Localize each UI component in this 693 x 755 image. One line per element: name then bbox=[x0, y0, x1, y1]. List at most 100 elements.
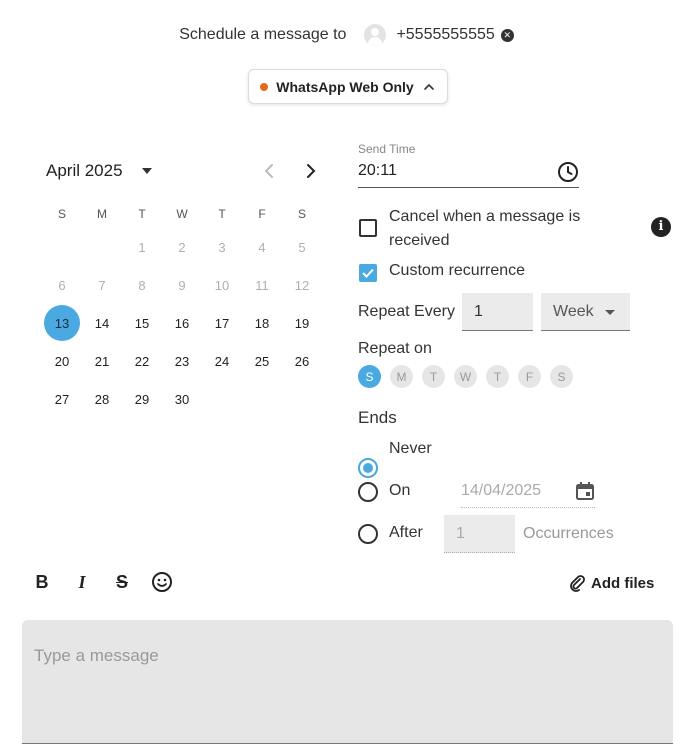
channel-label: WhatsApp Web Only bbox=[276, 78, 414, 95]
message-input[interactable]: Type a message bbox=[22, 620, 673, 744]
strikethrough-button[interactable]: S bbox=[110, 570, 134, 594]
calendar-day[interactable]: 22 bbox=[122, 342, 162, 380]
calendar-day[interactable]: 24 bbox=[202, 342, 242, 380]
calendar-day-number: 10 bbox=[214, 277, 230, 293]
calendar-day: 2 bbox=[162, 228, 202, 266]
send-time-label: Send Time bbox=[358, 142, 416, 156]
italic-button[interactable]: I bbox=[70, 570, 94, 594]
send-time-input[interactable]: 20:11 bbox=[358, 158, 579, 188]
calendar-day: 11 bbox=[242, 266, 282, 304]
calendar-day-number: 1 bbox=[138, 239, 146, 255]
clock-icon[interactable] bbox=[557, 161, 579, 183]
schedule-header: Schedule a message to +5555555555 ✕ bbox=[0, 20, 693, 50]
calendar-day-number: 24 bbox=[214, 353, 230, 369]
repeat-day-chip[interactable]: M bbox=[390, 365, 413, 388]
ends-never-label: Never bbox=[389, 440, 432, 457]
close-circle-icon[interactable]: ✕ bbox=[500, 28, 514, 42]
calendar-day: 6 bbox=[42, 266, 82, 304]
calendar-day-number: 19 bbox=[294, 315, 310, 331]
calendar-day[interactable]: 14 bbox=[82, 304, 122, 342]
chevron-left-icon[interactable] bbox=[262, 162, 278, 180]
calendar-icon[interactable] bbox=[575, 481, 595, 501]
message-placeholder: Type a message bbox=[34, 646, 159, 665]
end-date-value: 14/04/2025 bbox=[461, 482, 542, 499]
calendar-day[interactable]: 30 bbox=[162, 380, 202, 418]
ends-never-radio[interactable] bbox=[358, 458, 378, 478]
calendar-day[interactable]: 20 bbox=[42, 342, 82, 380]
calendar-day[interactable]: 29 bbox=[122, 380, 162, 418]
weekday-label: F bbox=[258, 207, 266, 221]
calendar-day[interactable]: 19 bbox=[282, 304, 322, 342]
calendar-day-number: 18 bbox=[254, 315, 270, 331]
calendar-day[interactable]: 15 bbox=[122, 304, 162, 342]
repeat-day-chip[interactable]: S bbox=[358, 365, 381, 388]
bold-button[interactable]: B bbox=[30, 570, 54, 594]
calendar-day[interactable]: 27 bbox=[42, 380, 82, 418]
calendar-day[interactable]: 16 bbox=[162, 304, 202, 342]
ends-on-radio[interactable] bbox=[358, 482, 378, 502]
repeat-day-chip[interactable]: T bbox=[486, 365, 509, 388]
calendar-day: 4 bbox=[242, 228, 282, 266]
calendar-day-number: 30 bbox=[174, 391, 190, 407]
calendar-day-number: 20 bbox=[54, 353, 70, 369]
calendar-empty-cell bbox=[42, 228, 82, 266]
repeat-day-chip[interactable]: W bbox=[454, 365, 477, 388]
check-icon bbox=[362, 268, 374, 278]
ends-after-radio[interactable] bbox=[358, 524, 378, 544]
calendar-empty-cell bbox=[242, 380, 282, 418]
paperclip-icon bbox=[570, 575, 585, 592]
calendar-day: 8 bbox=[122, 266, 162, 304]
calendar-day[interactable]: 25 bbox=[242, 342, 282, 380]
calendar-empty-cell bbox=[82, 228, 122, 266]
custom-recurrence-label: Custom recurrence bbox=[389, 262, 526, 279]
calendar-day[interactable]: 28 bbox=[82, 380, 122, 418]
calendar-day-selected[interactable]: 13 bbox=[42, 304, 82, 342]
weekday-label: S bbox=[57, 207, 66, 221]
calendar-day[interactable]: 23 bbox=[162, 342, 202, 380]
calendar-day-number: 6 bbox=[58, 277, 66, 293]
emoji-button[interactable] bbox=[150, 570, 174, 594]
info-icon[interactable]: i bbox=[651, 217, 671, 237]
month-dropdown-icon[interactable] bbox=[142, 168, 152, 174]
calendar-day[interactable]: 18 bbox=[242, 304, 282, 342]
calendar-day-number: 11 bbox=[255, 277, 269, 293]
calendar-day-number: 14 bbox=[94, 315, 110, 331]
calendar-day[interactable]: 26 bbox=[282, 342, 322, 380]
calendar-empty-cell bbox=[282, 380, 322, 418]
calendar-day-number: 7 bbox=[98, 277, 106, 293]
calendar-day[interactable]: 17 bbox=[202, 304, 242, 342]
repeat-day-chip[interactable]: T bbox=[422, 365, 445, 388]
repeat-day-chip[interactable]: F bbox=[518, 365, 541, 388]
weekday-label: T bbox=[218, 207, 226, 221]
calendar-day-number: 28 bbox=[94, 391, 110, 407]
calendar-day-number: 22 bbox=[134, 353, 150, 369]
calendar-week-row: 6 7 8 9 10 11 12 bbox=[42, 266, 322, 304]
calendar-day-number: 23 bbox=[174, 353, 190, 369]
channel-select-button[interactable]: WhatsApp Web Only bbox=[248, 69, 448, 104]
cancel-on-reply-checkbox[interactable] bbox=[359, 219, 377, 237]
custom-recurrence-checkbox[interactable] bbox=[359, 264, 377, 282]
calendar-day-number: 25 bbox=[254, 353, 270, 369]
repeat-unit-value: Week bbox=[553, 303, 594, 320]
add-files-button[interactable]: Add files bbox=[568, 572, 654, 594]
chevron-right-icon[interactable] bbox=[302, 162, 318, 180]
calendar-day: 1 bbox=[122, 228, 162, 266]
calendar-header: April 2025 bbox=[46, 158, 336, 184]
calendar-day: 12 bbox=[282, 266, 322, 304]
repeat-unit-select[interactable]: Week bbox=[541, 293, 630, 331]
calendar-weeks: 1 2 3 4 5 6 7 8 9 10 11 12 13 14 15 16 17 18 19 20 21 22 23 24 2… bbox=[42, 228, 322, 418]
calendar-day-number: 17 bbox=[214, 315, 230, 331]
repeat-every-input[interactable] bbox=[462, 293, 533, 331]
occurrences-input[interactable]: 1 bbox=[444, 515, 515, 553]
repeat-day-chip[interactable]: S bbox=[550, 365, 573, 388]
chevron-up-icon bbox=[423, 83, 434, 90]
calendar-week-row: 13 14 15 16 17 18 19 bbox=[42, 304, 322, 342]
calendar-day-number: 16 bbox=[174, 315, 190, 331]
calendar-day[interactable]: 21 bbox=[82, 342, 122, 380]
repeat-days-row: SMTWTFS bbox=[358, 365, 573, 388]
calendar-day-number: 12 bbox=[294, 277, 310, 293]
end-date-input[interactable]: 14/04/2025 bbox=[461, 476, 595, 508]
calendar-week-row: 20 21 22 23 24 25 26 bbox=[42, 342, 322, 380]
calendar-empty-cell bbox=[202, 380, 242, 418]
calendar-day-number: 9 bbox=[178, 277, 186, 293]
